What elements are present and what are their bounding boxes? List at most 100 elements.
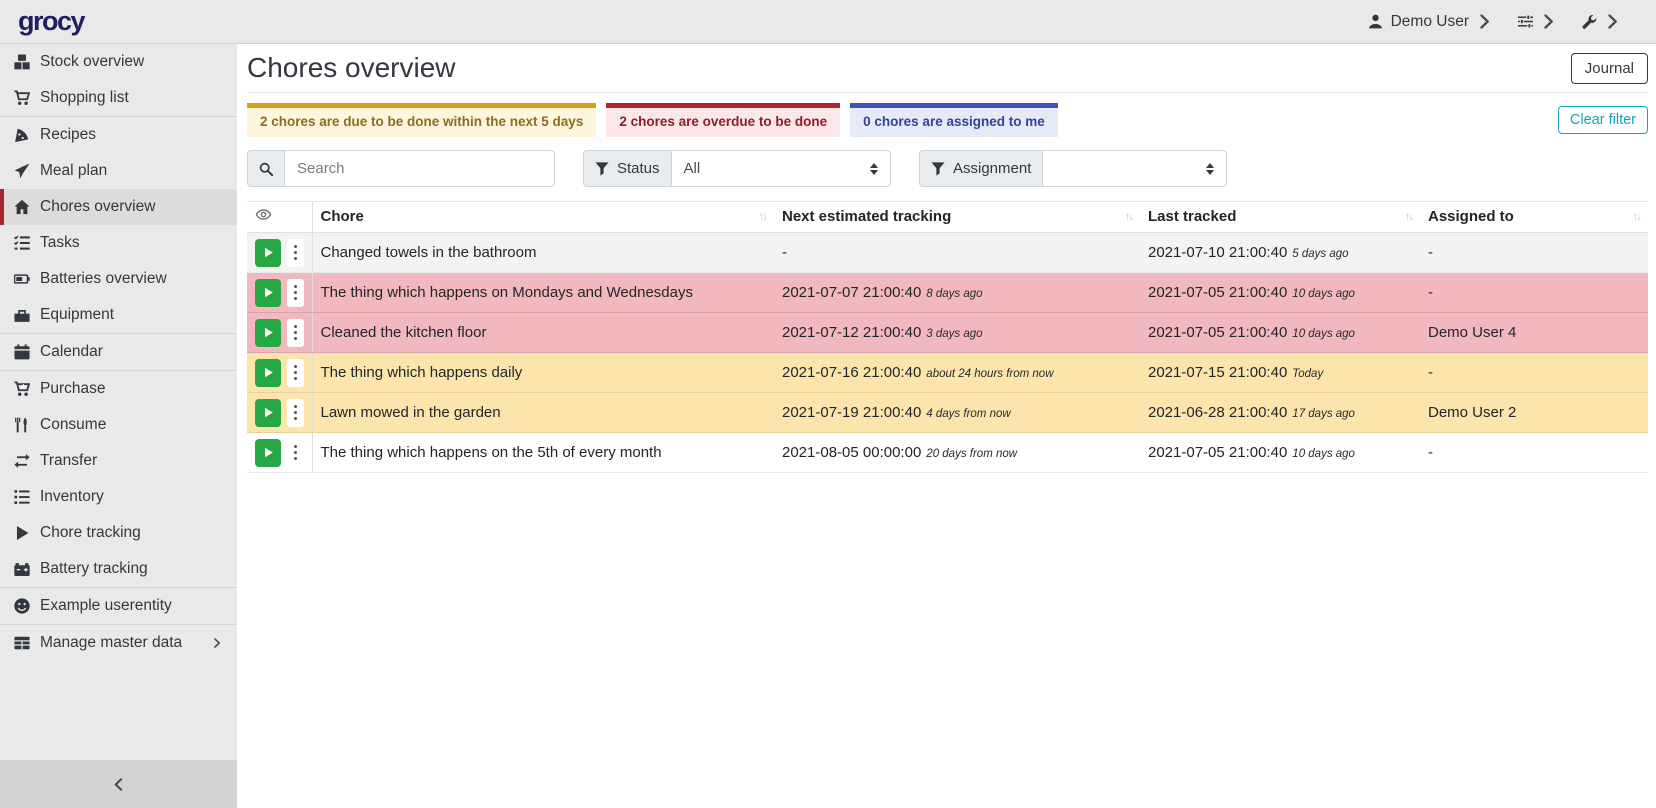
eye-icon [255, 207, 272, 222]
inventory-list-icon [14, 489, 30, 505]
sidebar-item-label: Recipes [40, 126, 96, 144]
row-context-menu-button[interactable] [287, 239, 303, 267]
settings-menu[interactable] [1518, 14, 1556, 29]
user-menu[interactable]: Demo User [1368, 13, 1492, 31]
journal-button[interactable]: Journal [1571, 53, 1648, 84]
battery-icon [14, 271, 30, 287]
sort-arrows-icon[interactable]: ↑↓ [759, 211, 767, 223]
column-header-assigned-to[interactable]: Assigned to ↑↓ [1420, 202, 1648, 233]
sidebar-item-stock-overview[interactable]: Stock overview [0, 44, 237, 80]
last-tracked-relative: Today [1292, 368, 1323, 380]
chore-name-cell: Cleaned the kitchen floor [312, 313, 774, 353]
sidebar-item-chores-overview[interactable]: Chores overview [0, 189, 237, 225]
boxes-icon [14, 54, 30, 70]
track-execution-button[interactable] [255, 359, 281, 387]
top-navbar: grocy Demo User [0, 0, 1656, 44]
assigned-to-cell: Demo User 2 [1420, 393, 1648, 433]
next-tracking-relative: 3 days ago [926, 328, 982, 340]
sidebar-item-equipment[interactable]: Equipment [0, 297, 237, 333]
sidebar-item-label: Batteries overview [40, 270, 167, 288]
last-tracked-cell: 2021-07-15 21:00:40 Today [1140, 353, 1420, 393]
row-context-menu-button[interactable] [287, 439, 303, 467]
sidebar-item-manage-master-data[interactable]: Manage master data [0, 625, 237, 661]
track-execution-button[interactable] [255, 239, 281, 267]
clear-filter-button[interactable]: Clear filter [1558, 106, 1648, 134]
next-tracking-relative: 8 days ago [926, 288, 982, 300]
sidebar-item-meal-plan[interactable]: Meal plan [0, 153, 237, 189]
paper-plane-icon [14, 163, 30, 179]
last-tracked-cell: 2021-06-28 21:00:4017 days ago [1140, 393, 1420, 433]
sidebar-item-consume[interactable]: Consume [0, 407, 237, 443]
column-header-last-tracked[interactable]: Last tracked↑↓ [1140, 202, 1420, 233]
sidebar-item-batteries-overview[interactable]: Batteries overview [0, 261, 237, 297]
play-icon [263, 287, 274, 298]
assignment-filter-select[interactable] [1043, 151, 1226, 186]
last-tracked-datetime: 2021-07-05 21:00:40 [1148, 324, 1287, 341]
column-header-label: Chore [321, 208, 364, 225]
next-tracking-cell: 2021-07-12 21:00:403 days ago [774, 313, 1140, 353]
sidebar-item-shopping-list[interactable]: Shopping list [0, 80, 237, 116]
track-execution-button[interactable] [255, 319, 281, 347]
column-header-label: Assigned to [1428, 208, 1514, 225]
chore-name-cell: The thing which happens daily [312, 353, 774, 393]
sidebar-item-calendar[interactable]: Calendar [0, 334, 237, 370]
chore-name-cell: The thing which happens on the 5th of ev… [312, 433, 774, 473]
admin-menu[interactable] [1582, 14, 1620, 29]
last-tracked-datetime: 2021-07-10 21:00:40 [1148, 244, 1287, 261]
status-banner-warning[interactable]: 2 chores are due to be done within the n… [247, 103, 596, 137]
next-tracking-relative: about 24 hours from now [926, 368, 1053, 380]
last-tracked-relative: 10 days ago [1292, 448, 1355, 460]
search-addon [248, 151, 285, 186]
sidebar-item-battery-tracking[interactable]: Battery tracking [0, 551, 237, 587]
chores-table: Chore↑↓Next estimated tracking↑↓Last tra… [247, 201, 1648, 473]
status-banner-info[interactable]: 0 chores are assigned to me [850, 103, 1058, 137]
next-tracking-cell: - [774, 233, 1140, 273]
row-context-menu-button[interactable] [287, 359, 303, 387]
sidebar-item-label: Chores overview [40, 198, 155, 216]
sidebar-item-example-userentity[interactable]: Example userentity [0, 588, 237, 624]
play-icon [263, 447, 274, 458]
row-context-menu-button[interactable] [287, 319, 303, 347]
select-caret-icon [870, 163, 878, 175]
row-context-menu-button[interactable] [287, 399, 303, 427]
chore-row: Changed towels in the bathroom-2021-07-1… [247, 233, 1648, 273]
title-divider [247, 92, 1648, 93]
play-icon [263, 327, 274, 338]
sidebar-item-label: Stock overview [40, 53, 144, 71]
shopping-cart-icon [14, 90, 30, 106]
row-context-menu-button[interactable] [287, 279, 303, 307]
sidebar-item-label: Consume [40, 416, 106, 434]
sidebar-item-inventory[interactable]: Inventory [0, 479, 237, 515]
last-tracked-datetime: 2021-07-15 21:00:40 [1148, 364, 1287, 381]
calendar-icon [14, 344, 30, 360]
sidebar-item-label: Purchase [40, 380, 105, 398]
row-controls-cell [247, 233, 312, 273]
next-tracking-cell: 2021-07-07 21:00:408 days ago [774, 273, 1140, 313]
status-banner-danger[interactable]: 2 chores are overdue to be done [606, 103, 840, 137]
sidebar-item-chore-tracking[interactable]: Chore tracking [0, 515, 237, 551]
sidebar-item-tasks[interactable]: Tasks [0, 225, 237, 261]
sort-arrows-icon[interactable]: ↑↓ [1633, 211, 1641, 223]
home-icon [14, 199, 30, 215]
sidebar-item-purchase[interactable]: Purchase [0, 371, 237, 407]
sidebar-item-transfer[interactable]: Transfer [0, 443, 237, 479]
sidebar-item-recipes[interactable]: Recipes [0, 117, 237, 153]
search-input[interactable] [285, 151, 554, 186]
cart-plus-icon [14, 381, 30, 397]
row-controls-cell [247, 353, 312, 393]
sidebar-collapse-button[interactable] [0, 760, 237, 808]
assignment-filter-label: Assignment [953, 160, 1031, 177]
sort-arrows-icon[interactable]: ↑↓ [1405, 211, 1413, 223]
column-header-chore[interactable]: Chore ↑↓ [312, 202, 774, 233]
grocy-logo[interactable]: grocy [18, 6, 84, 37]
track-execution-button[interactable] [255, 439, 281, 467]
track-execution-button[interactable] [255, 399, 281, 427]
sort-arrows-icon[interactable]: ↑↓ [1125, 211, 1133, 223]
track-execution-button[interactable] [255, 279, 281, 307]
title-row: Chores overview Journal [247, 50, 1648, 84]
last-tracked-cell: 2021-07-05 21:00:4010 days ago [1140, 433, 1420, 473]
column-header-label: Next estimated tracking [782, 208, 951, 225]
column-header-next-estimated-tracking[interactable]: Next estimated tracking ↑↓ [774, 202, 1140, 233]
chore-name-cell: Lawn mowed in the garden [312, 393, 774, 433]
status-filter-select[interactable]: All [672, 151, 890, 186]
